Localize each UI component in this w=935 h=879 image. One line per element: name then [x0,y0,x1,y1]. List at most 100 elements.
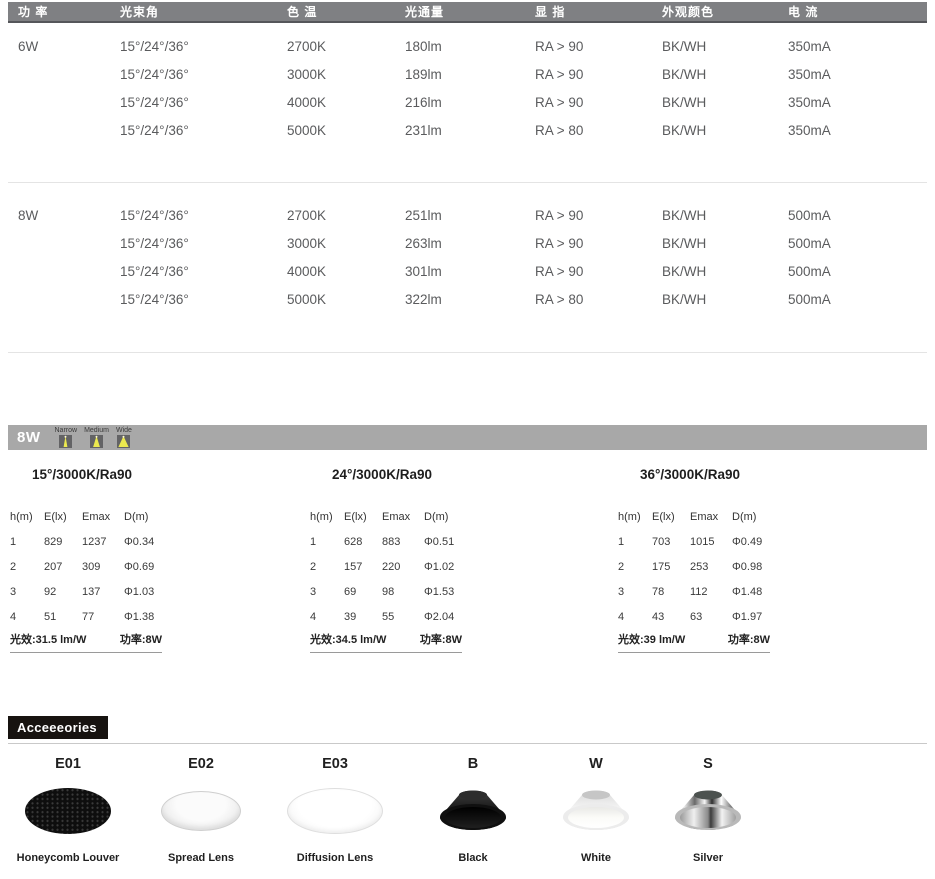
spec-cell-current: 350mA [788,95,927,110]
photometric-grid: h(m)E(lx)EmaxD(m)18291237Φ0.342207309Φ0.… [10,504,230,629]
spec-row: 15°/24°/36°4000K301lmRA > 90BK/WH500mA [8,257,927,285]
photometric-cell: Φ0.98 [732,554,784,579]
photometric-cell: 1 [618,529,652,554]
accessory-code: S [703,756,713,772]
spec-cell-housing-color: BK/WH [662,208,788,223]
accessory-item: E01Honeycomb Louver [8,756,128,864]
photometric-col-header: E(lx) [44,504,82,529]
accessory-item: S Silver [648,756,768,864]
col-header-luminous-flux: 光通量 [405,3,535,20]
spec-cell-current: 350mA [788,67,927,82]
accessory-name: Silver [693,852,723,864]
photometric-cell: Φ1.48 [732,579,784,604]
photometric-cell: 137 [82,579,124,604]
spec-cell-cri: RA > 80 [535,292,662,307]
beam-section-bar: 8W Narrow Medium Wide [8,425,927,450]
col-header-beam-angle: 光束角 [120,3,287,20]
spec-cell-cri: RA > 90 [535,67,662,82]
accessory-name: Black [458,852,487,864]
spec-cell-housing-color: BK/WH [662,264,788,279]
photometric-cell: 628 [344,529,382,554]
spec-row: 15°/24°/36°3000K189lmRA > 90BK/WH350mA [8,60,927,88]
photometric-cell: Φ1.02 [424,554,476,579]
spec-row: 15°/24°/36°3000K263lmRA > 90BK/WH500mA [8,229,927,257]
wide-beam: Wide [116,427,132,450]
photometric-cell: 4 [10,604,44,629]
spec-cell-current: 500mA [788,264,927,279]
photometric-cell: 703 [652,529,690,554]
honeycomb-image [25,788,111,834]
accessory-code: E02 [188,756,214,772]
medium-beam: Medium [84,427,109,450]
spec-cell-current: 500mA [788,292,927,307]
photometric-footer: 光效:39 lm/W功率:8W [618,631,770,653]
photometric-cell: Φ1.03 [124,579,176,604]
photometric-col-header: Emax [382,504,424,529]
accessory-item: E02Spread Lens [141,756,261,864]
spec-cell-color-temp: 4000K [287,264,405,279]
efficacy-value: 光效:31.5 lm/W [10,631,86,647]
spec-cell-luminous-flux: 263lm [405,236,535,251]
photometric-cell: 112 [690,579,732,604]
photometric-table-title: 15°/3000K/Ra90 [32,467,230,482]
photometric-table: 36°/3000K/Ra90h(m)E(lx)EmaxD(m)17031015Φ… [618,465,838,653]
accessory-image-wrap [560,774,632,848]
white-reflector-image [560,788,632,834]
col-header-color-temp: 色 温 [287,3,405,20]
spec-cell-housing-color: BK/WH [662,39,788,54]
photometric-col-header: Emax [82,504,124,529]
col-header-power: 功 率 [18,3,120,20]
spec-cell-color-temp: 5000K [287,292,405,307]
spec-cell-cri: RA > 80 [535,123,662,138]
beam-bar-power-label: 8W [17,429,41,446]
efficacy-value: 光效:34.5 lm/W [310,631,386,647]
accessory-name: Honeycomb Louver [17,852,120,864]
photometric-footer: 光效:31.5 lm/W功率:8W [10,631,162,653]
efficacy-value: 光效:39 lm/W [618,631,685,647]
photometric-cell: 39 [344,604,382,629]
photometric-cell: 2 [310,554,344,579]
col-header-current: 电 流 [788,3,927,20]
spec-cell-beam-angle: 15°/24°/36° [120,264,287,279]
spec-cell-power: 8W [18,208,120,223]
spec-cell-housing-color: BK/WH [662,123,788,138]
photometric-cell: 98 [382,579,424,604]
spec-row: 6W15°/24°/36°2700K180lmRA > 90BK/WH350mA [8,32,927,60]
spec-cell-current: 350mA [788,123,927,138]
photometric-cell: 220 [382,554,424,579]
narrow-beam-icon [59,435,72,448]
beam-icons-group: Narrow Medium Wide [55,425,132,450]
accessory-name: Diffusion Lens [297,852,373,864]
photometric-cell: 55 [382,604,424,629]
spec-cell-cri: RA > 90 [535,95,662,110]
accessory-code: B [468,756,478,772]
spec-row: 8W15°/24°/36°2700K251lmRA > 90BK/WH500mA [8,201,927,229]
accessory-image-wrap [672,774,744,848]
divider [8,182,927,183]
accessories-items: E01Honeycomb LouverE02Spread LensE03Diff… [8,756,927,874]
spec-cell-luminous-flux: 301lm [405,264,535,279]
spec-cell-current: 350mA [788,39,927,54]
power-value: 功率:8W [420,631,462,647]
photometric-cell: 175 [652,554,690,579]
photometric-cell: Φ1.53 [424,579,476,604]
spec-cell-cri: RA > 90 [535,208,662,223]
photometric-table: 15°/3000K/Ra90 h(m)E(lx)EmaxD(m)18291237Φ… [10,465,230,653]
photometric-col-header: Emax [690,504,732,529]
photometric-table-title: 24°/3000K/Ra90 [332,467,530,482]
photometric-cell: 3 [10,579,44,604]
spec-cell-housing-color: BK/WH [662,236,788,251]
spec-cell-beam-angle: 15°/24°/36° [120,39,287,54]
photometric-col-header: h(m) [618,504,652,529]
spec-sheet-page: 功 率 光束角 色 温 光通量 显 指 外观颜色 电 流 6W15°/24°/3… [0,0,935,879]
photometric-col-header: D(m) [424,504,476,529]
beam-icon-label: Narrow [55,427,78,434]
spec-cell-housing-color: BK/WH [662,95,788,110]
spec-cell-luminous-flux: 251lm [405,208,535,223]
photometric-footer: 光效:34.5 lm/W 功率:8W [310,631,462,653]
photometric-cell: 92 [44,579,82,604]
photometric-cell: 253 [690,554,732,579]
spec-cell-beam-angle: 15°/24°/36° [120,208,287,223]
spec-cell-luminous-flux: 216lm [405,95,535,110]
photometric-grid: h(m)E(lx)EmaxD(m)1628883Φ0.512157220Φ1.0… [310,504,530,629]
